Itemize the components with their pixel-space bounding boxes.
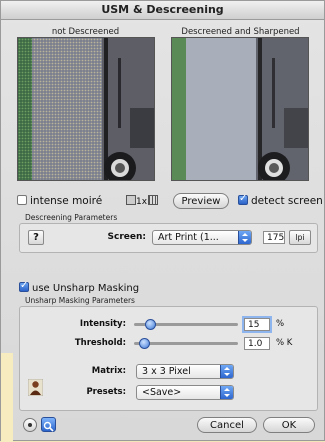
zoom-level: 1x xyxy=(136,197,148,207)
detect-screen-checkbox-box[interactable] xyxy=(238,193,248,205)
zoom-control[interactable]: 1x xyxy=(126,195,159,207)
select-arrows-icon xyxy=(238,231,251,244)
ok-button[interactable]: OK xyxy=(263,417,315,433)
descreened-sharpened-preview-image[interactable] xyxy=(171,37,309,181)
screen-label: Screen: xyxy=(107,232,146,242)
intensity-input[interactable]: 15 xyxy=(242,316,272,333)
threshold-unit: % K xyxy=(276,338,293,348)
descreening-group-title: Descreening Parameters xyxy=(25,213,118,222)
intense-moire-checkbox-box[interactable] xyxy=(17,195,27,205)
usm-descreening-window: USM & Descreening not Descreened Descree… xyxy=(0,0,325,442)
usm-group-title: Unsharp Masking Parameters xyxy=(25,296,135,305)
threshold-input[interactable]: 1.0 xyxy=(244,337,270,350)
not-descreened-preview-image[interactable] xyxy=(17,37,155,181)
intense-moire-checkbox[interactable]: intense moiré xyxy=(17,195,102,207)
threshold-label: Threshold: xyxy=(74,338,126,348)
intensity-slider-knob[interactable] xyxy=(144,319,156,330)
zoom-icon[interactable] xyxy=(126,195,136,205)
lpi-input[interactable]: 175 xyxy=(263,231,285,244)
presets-select-value: <Save> xyxy=(142,387,182,398)
matrix-select-value: 3 x 3 Pixel xyxy=(142,366,191,377)
cancel-button[interactable]: Cancel xyxy=(197,417,257,433)
title-bar[interactable]: USM & Descreening xyxy=(1,1,324,20)
intensity-label: Intensity: xyxy=(79,319,126,329)
matrix-label: Matrix: xyxy=(91,366,126,376)
screen-select-value: Art Print (1... xyxy=(158,232,219,243)
detect-screen-checkbox[interactable]: detect screen xyxy=(238,193,323,207)
threshold-slider-knob[interactable] xyxy=(139,338,151,349)
help-button[interactable]: ? xyxy=(28,230,44,245)
grid-icon[interactable] xyxy=(148,195,159,205)
select-arrows-icon xyxy=(220,386,233,399)
magnifier-icon[interactable] xyxy=(41,417,56,432)
preview-button[interactable]: Preview xyxy=(173,193,229,209)
intense-moire-label: intense moiré xyxy=(30,195,103,207)
window-title: USM & Descreening xyxy=(101,3,224,16)
background-strip xyxy=(1,353,13,442)
left-preview-label: not Descreened xyxy=(51,27,120,37)
select-arrows-icon xyxy=(220,365,233,378)
presets-label: Presets: xyxy=(86,387,126,397)
intensity-unit: % xyxy=(276,319,285,329)
use-unsharp-masking-checkbox[interactable]: use Unsharp Masking xyxy=(19,280,140,294)
use-unsharp-masking-label: use Unsharp Masking xyxy=(32,283,140,294)
descreening-parameters-group: ? Screen: Art Print (1... 175 lpi xyxy=(19,223,318,253)
unsharp-masking-parameters-group: Intensity: 15 % Threshold: 1.0 % K Matri… xyxy=(19,306,318,411)
lpi-unit-button[interactable]: lpi xyxy=(289,230,311,245)
matrix-select[interactable]: 3 x 3 Pixel xyxy=(136,364,234,379)
detect-screen-label: detect screen xyxy=(251,195,323,207)
use-unsharp-masking-checkbox-box[interactable] xyxy=(19,280,29,292)
screen-select[interactable]: Art Print (1... xyxy=(152,230,252,245)
presets-select[interactable]: <Save> xyxy=(136,385,234,400)
user-icon[interactable] xyxy=(27,378,44,397)
right-preview-label: Descreened and Sharpened xyxy=(181,27,300,37)
radio-icon[interactable] xyxy=(23,418,37,432)
